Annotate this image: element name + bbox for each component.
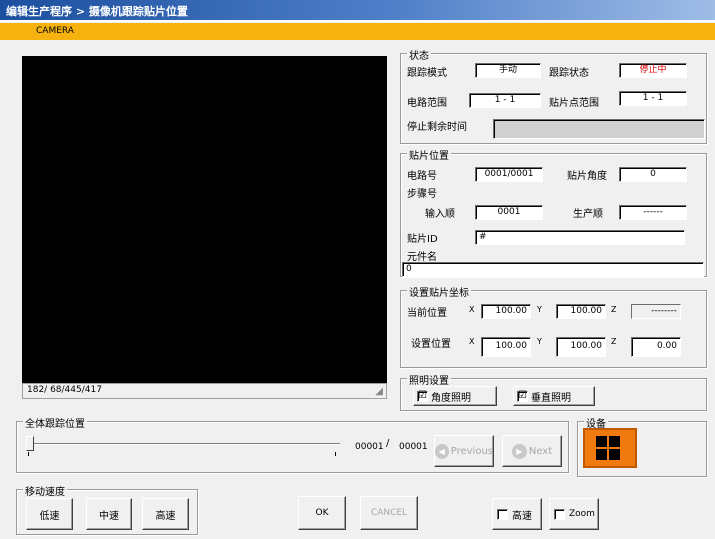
coords-setting-group: 设置贴片坐标 当前位置 X 100.00 Y 100.00 Z --------… bbox=[400, 284, 707, 368]
component-name-label: 元件名 bbox=[407, 252, 437, 263]
low-speed-button[interactable]: 低速 bbox=[26, 498, 73, 530]
set-x-field[interactable]: 100.00 bbox=[481, 337, 531, 357]
circuit-range-field: 1 - 1 bbox=[469, 93, 541, 108]
tracking-slider-thumb[interactable] bbox=[26, 436, 34, 451]
mount-id-label: 贴片ID bbox=[407, 234, 438, 245]
angle-light-label: 角度照明 bbox=[431, 392, 471, 404]
set-y-axis-label: Y bbox=[537, 337, 542, 346]
speed-legend: 移动速度 bbox=[23, 483, 67, 498]
zoom-toggle[interactable]: Zoom bbox=[549, 498, 599, 530]
mount-range-label: 贴片点范围 bbox=[549, 98, 599, 109]
previous-label: Previous bbox=[450, 445, 493, 457]
coords-setting-legend: 设置贴片坐标 bbox=[407, 284, 471, 299]
angle-light-check-icon: ☑ bbox=[417, 389, 428, 402]
angle-light-toggle[interactable]: ☑ 角度照明 bbox=[413, 386, 497, 406]
tracking-total: 00001 bbox=[399, 442, 428, 452]
prod-order-label: 生产顺 bbox=[573, 209, 603, 220]
mid-speed-button[interactable]: 中速 bbox=[86, 498, 132, 530]
status-group: 状态 跟踪模式 手动 跟踪状态 停止中 电路范围 1 - 1 贴片点范围 1 -… bbox=[400, 47, 707, 144]
high-speed-toggle[interactable]: 高速 bbox=[492, 498, 542, 530]
zoom-check-icon bbox=[554, 508, 565, 520]
tracking-legend: 全体跟踪位置 bbox=[23, 415, 87, 430]
mount-position-group: 贴片位置 电路号 0001/0001 贴片角度 0 步骤号 输入顺 0001 生… bbox=[400, 147, 707, 277]
window-title: 编辑生产程序 > 摄像机跟踪贴片位置 bbox=[0, 0, 715, 20]
vertical-light-label: 垂直照明 bbox=[531, 392, 571, 404]
vertical-light-check-icon: ☑ bbox=[517, 389, 528, 402]
set-z-axis-label: Z bbox=[611, 337, 617, 346]
camera-view[interactable] bbox=[22, 56, 387, 399]
circuit-no-label: 电路号 bbox=[407, 171, 437, 182]
track-mode-label: 跟踪模式 bbox=[407, 68, 447, 79]
current-z-axis-label: Z bbox=[611, 305, 617, 314]
camera-label-bar: CAMERA bbox=[0, 23, 715, 40]
tracking-separator: / bbox=[386, 438, 390, 449]
device-button[interactable] bbox=[583, 428, 637, 468]
set-x-axis-label: X bbox=[469, 337, 475, 346]
set-y-field[interactable]: 100.00 bbox=[556, 337, 606, 357]
mount-position-legend: 贴片位置 bbox=[407, 147, 451, 162]
camera-coords: 182/ 68/445/417 bbox=[27, 385, 102, 395]
prod-order-field: ------ bbox=[619, 205, 687, 220]
current-z-field: -------- bbox=[631, 304, 681, 319]
current-position-label: 当前位置 bbox=[407, 308, 447, 319]
stop-remaining-label: 停止剩余时间 bbox=[407, 122, 467, 133]
set-position-label: 设置位置 bbox=[411, 339, 451, 350]
stop-remaining-field bbox=[493, 119, 705, 139]
resize-grip-icon[interactable]: ◢ bbox=[375, 387, 383, 397]
track-state-field: 停止中 bbox=[619, 63, 687, 78]
high-speed-button[interactable]: 高速 bbox=[142, 498, 189, 530]
track-state-label: 跟踪状态 bbox=[549, 68, 589, 79]
slider-tick-start bbox=[28, 452, 29, 456]
set-z-field[interactable]: 0.00 bbox=[631, 337, 681, 357]
vertical-light-toggle[interactable]: ☑ 垂直照明 bbox=[513, 386, 595, 406]
input-order-field: 0001 bbox=[475, 205, 543, 220]
current-y-axis-label: Y bbox=[537, 305, 542, 314]
high-speed-check-icon bbox=[497, 508, 508, 520]
camera-label: CAMERA bbox=[36, 26, 74, 36]
previous-button[interactable]: ◀ Previous bbox=[434, 435, 494, 467]
title-separator bbox=[0, 20, 715, 22]
track-mode-field: 手动 bbox=[475, 63, 541, 78]
current-x-field: 100.00 bbox=[481, 304, 531, 319]
status-legend: 状态 bbox=[407, 47, 431, 62]
component-name-field: 0 bbox=[402, 262, 704, 277]
lighting-legend: 照明设置 bbox=[407, 372, 451, 387]
mount-id-field: # bbox=[475, 230, 685, 245]
tracking-slider-track[interactable] bbox=[26, 443, 340, 445]
next-arrow-icon: ▶ bbox=[511, 443, 527, 459]
lighting-group: 照明设置 ☑ 角度照明 ☑ 垂直照明 bbox=[400, 372, 707, 411]
circuit-no-field: 0001/0001 bbox=[475, 167, 543, 182]
mount-angle-label: 贴片角度 bbox=[567, 171, 607, 182]
high-speed-toggle-label: 高速 bbox=[512, 510, 532, 522]
slider-tick-end bbox=[335, 452, 336, 456]
crosshair-icon bbox=[595, 435, 621, 461]
next-button[interactable]: ▶ Next bbox=[502, 435, 562, 467]
camera-coords-bar: 182/ 68/445/417 ◢ bbox=[22, 383, 387, 399]
mount-range-field: 1 - 1 bbox=[619, 91, 687, 106]
circuit-range-label: 电路范围 bbox=[407, 98, 447, 109]
next-label: Next bbox=[528, 445, 553, 457]
input-order-label: 输入顺 bbox=[425, 209, 455, 220]
step-no-label: 步骤号 bbox=[407, 189, 437, 200]
ok-button[interactable]: OK bbox=[298, 496, 346, 530]
cancel-button[interactable]: CANCEL bbox=[360, 496, 418, 530]
current-x-axis-label: X bbox=[469, 305, 475, 314]
mount-angle-field: 0 bbox=[619, 167, 687, 182]
zoom-toggle-label: Zoom bbox=[569, 509, 595, 519]
previous-arrow-icon: ◀ bbox=[435, 443, 449, 459]
current-y-field: 100.00 bbox=[556, 304, 606, 319]
tracking-current: 00001 bbox=[355, 442, 384, 452]
